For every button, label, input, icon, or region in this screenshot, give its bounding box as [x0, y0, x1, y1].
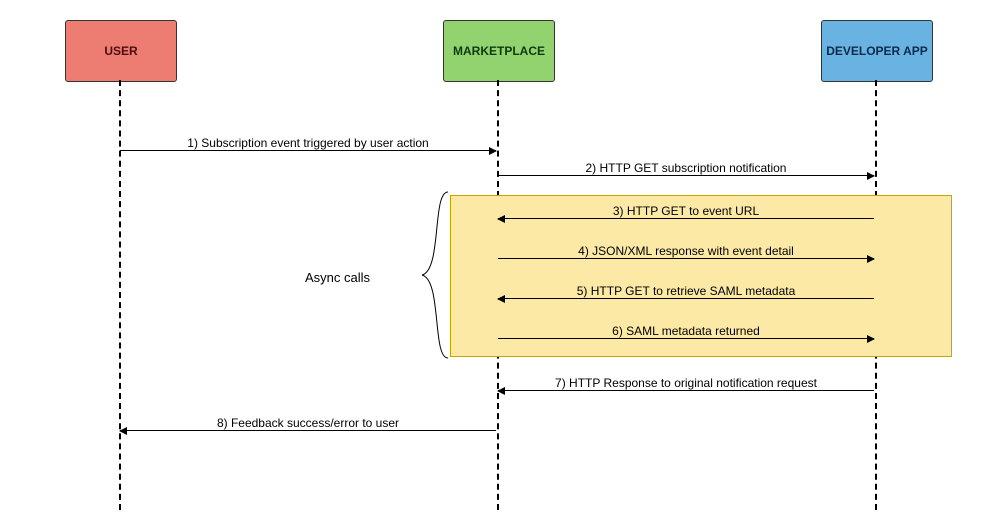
arrow-step-4: 4) JSON/XML response with event detail — [498, 258, 874, 259]
actor-developer-app-label: DEVELOPER APP — [826, 44, 928, 58]
step-6-label: 6) SAML metadata returned — [498, 324, 874, 338]
step-8-label: 8) Feedback success/error to user — [120, 416, 496, 430]
async-group-label: Async calls — [305, 270, 370, 285]
step-3-label: 3) HTTP GET to event URL — [498, 204, 874, 218]
step-7-label: 7) HTTP Response to original notificatio… — [498, 376, 874, 390]
arrow-step-5: 5) HTTP GET to retrieve SAML metadata — [498, 298, 874, 299]
step-1-label: 1) Subscription event triggered by user … — [120, 136, 496, 150]
step-2-label: 2) HTTP GET subscription notification — [498, 161, 874, 175]
actor-developer-app: DEVELOPER APP — [821, 20, 933, 82]
step-5-label: 5) HTTP GET to retrieve SAML metadata — [498, 284, 874, 298]
step-4-label: 4) JSON/XML response with event detail — [498, 244, 874, 258]
arrow-step-1: 1) Subscription event triggered by user … — [120, 150, 496, 151]
arrow-step-2: 2) HTTP GET subscription notification — [498, 175, 874, 176]
arrow-step-7: 7) HTTP Response to original notificatio… — [498, 390, 874, 391]
actor-marketplace: MARKETPLACE — [443, 20, 555, 82]
arrow-step-6: 6) SAML metadata returned — [498, 338, 874, 339]
arrow-step-3: 3) HTTP GET to event URL — [498, 218, 874, 219]
actor-marketplace-label: MARKETPLACE — [453, 44, 545, 58]
actor-user-label: USER — [104, 44, 137, 58]
actor-user: USER — [65, 20, 177, 82]
arrow-step-8: 8) Feedback success/error to user — [120, 430, 496, 431]
sequence-diagram: USER MARKETPLACE DEVELOPER APP Async cal… — [0, 0, 984, 529]
brace-icon — [420, 190, 450, 360]
